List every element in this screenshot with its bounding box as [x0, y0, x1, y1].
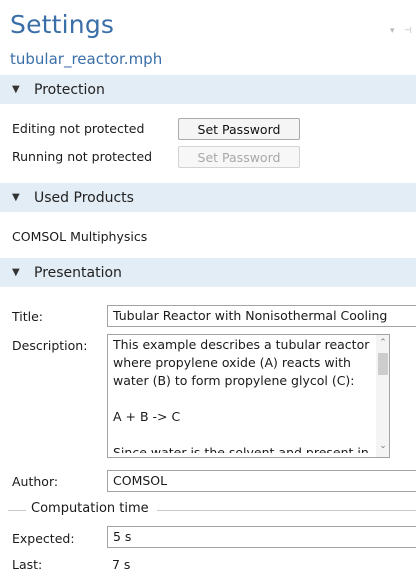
page-title: Settings — [10, 10, 115, 39]
description-label: Description: — [12, 338, 88, 353]
scroll-up-icon[interactable]: ⌃ — [376, 338, 389, 348]
section-presentation-heading: Presentation — [34, 264, 122, 281]
description-scrollbar[interactable]: ⌃ ⌄ — [376, 335, 389, 457]
description-line — [113, 426, 375, 444]
running-status: Running not protected — [12, 149, 153, 164]
title-label: Title: — [12, 309, 43, 324]
group-divider — [157, 510, 416, 511]
set-running-password-button: Set Password — [178, 146, 300, 168]
expected-time-field[interactable]: 5 s — [107, 526, 416, 548]
description-line: This example describes a tubular reactor — [113, 337, 370, 352]
description-line: water (B) to form propylene glycol (C): — [113, 373, 355, 388]
section-protection-heading: Protection — [34, 81, 105, 98]
editing-status: Editing not protected — [12, 121, 145, 136]
set-editing-password-button[interactable]: Set Password — [178, 118, 300, 140]
last-label: Last: — [12, 557, 43, 572]
scroll-thumb[interactable] — [378, 353, 388, 375]
section-used-products[interactable]: ▼ Used Products — [0, 183, 416, 212]
collapse-arrow-icon: ▼ — [12, 267, 20, 278]
product-item: COMSOL Multiphysics — [12, 229, 148, 244]
last-time-value: 7 s — [112, 557, 131, 572]
group-divider — [8, 510, 26, 511]
author-field[interactable]: COMSOL — [107, 470, 416, 492]
expected-label: Expected: — [12, 531, 75, 546]
pin-icon[interactable]: ⊣ — [404, 26, 412, 36]
collapse-arrow-icon: ▼ — [12, 192, 20, 203]
section-protection[interactable]: ▼ Protection — [0, 75, 416, 104]
description-line — [113, 390, 375, 408]
description-field[interactable]: This example describes a tubular reactor… — [107, 334, 390, 458]
description-line: Since water is the solvent and present i… — [113, 445, 369, 458]
description-line: A + B -> C — [113, 409, 181, 424]
computation-time-heading: Computation time — [31, 501, 149, 516]
section-used-products-heading: Used Products — [34, 189, 134, 206]
description-line: where propylene oxide (A) reacts with — [113, 355, 351, 370]
section-presentation[interactable]: ▼ Presentation — [0, 258, 416, 287]
scroll-down-icon[interactable]: ⌄ — [376, 441, 389, 451]
file-name: tubular_reactor.mph — [10, 50, 163, 68]
title-field[interactable]: Tubular Reactor with Nonisothermal Cooli… — [107, 305, 416, 327]
collapse-arrow-icon: ▼ — [12, 84, 20, 95]
author-label: Author: — [12, 474, 59, 489]
dropdown-arrow-icon[interactable]: ▾ — [390, 26, 395, 36]
